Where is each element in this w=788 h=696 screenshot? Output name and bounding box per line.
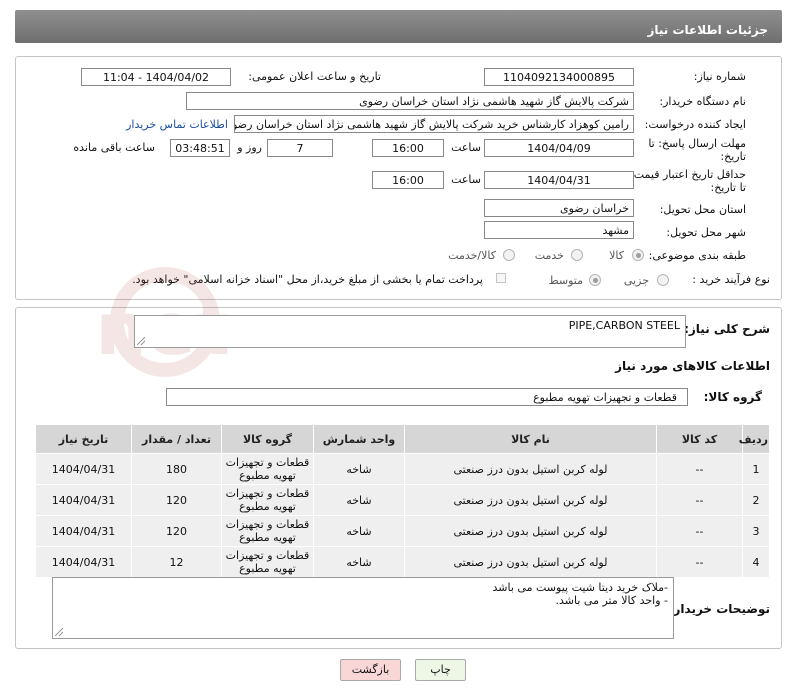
- price-time-label: ساعت: [451, 173, 481, 186]
- buyer-contact-link[interactable]: اطلاعات تماس خریدار: [126, 118, 228, 131]
- process-radio-medium[interactable]: [589, 274, 601, 286]
- table-row: 2 -- لوله کربن استیل بدون درز صنعتی شاخه…: [35, 484, 770, 516]
- col-code: کد کالا: [656, 424, 743, 454]
- cell-row: 2: [742, 484, 770, 516]
- reply-date-field: 1404/04/09: [484, 139, 634, 157]
- cell-group: قطعات و تجهیزات تهویه مطبوع: [221, 453, 314, 485]
- description-text: PIPE,CARBON STEEL: [568, 319, 680, 332]
- cell-name: لوله کربن استیل بدون درز صنعتی: [404, 453, 657, 485]
- cell-code: --: [656, 453, 743, 485]
- col-date: تاریخ نیاز: [35, 424, 132, 454]
- process-option-minor: جزیی: [623, 274, 649, 287]
- cell-group: قطعات و تجهیزات تهویه مطبوع: [221, 546, 314, 578]
- price-date-field: 1404/04/31: [484, 171, 634, 189]
- goods-section-title: اطلاعات کالاهای مورد نیاز: [615, 359, 770, 373]
- need-number-label: شماره نیاز:: [693, 70, 746, 83]
- table-row: 1 -- لوله کربن استیل بدون درز صنعتی شاخه…: [35, 453, 770, 485]
- category-radio-service[interactable]: [571, 249, 583, 261]
- reply-deadline-label: مهلت ارسال پاسخ: تا: [648, 137, 746, 150]
- days-label: روز و: [237, 141, 262, 154]
- goods-group-field: قطعات و تجهیزات تهویه مطبوع: [166, 388, 688, 406]
- cell-unit: شاخه: [313, 453, 405, 485]
- remaining-label: ساعت باقی مانده: [73, 141, 155, 154]
- cell-qty: 120: [131, 515, 222, 547]
- cell-unit: شاخه: [313, 484, 405, 516]
- need-number-field: 1104092134000895: [484, 68, 634, 86]
- col-unit: واحد شمارش: [313, 424, 405, 454]
- days-field: 7: [267, 139, 333, 157]
- page-header: جزئیات اطلاعات نیاز: [15, 10, 782, 43]
- goods-group-label: گروه کالا:: [703, 390, 762, 404]
- cell-qty: 180: [131, 453, 222, 485]
- province-label: استان محل تحویل:: [659, 203, 746, 216]
- category-radio-goods[interactable]: [632, 249, 644, 261]
- cell-code: --: [656, 484, 743, 516]
- cell-code: --: [656, 515, 743, 547]
- category-option-goods: کالا: [609, 249, 624, 262]
- description-textarea: PIPE,CARBON STEEL: [134, 315, 686, 348]
- cell-group: قطعات و تجهیزات تهویه مطبوع: [221, 484, 314, 516]
- buyer-notes-line-2: - واحد کالا متر می باشد.: [555, 594, 669, 607]
- process-option-medium: متوسط: [548, 274, 583, 287]
- cell-name: لوله کربن استیل بدون درز صنعتی: [404, 484, 657, 516]
- table-row: 3 -- لوله کربن استیل بدون درز صنعتی شاخه…: [35, 515, 770, 547]
- province-field: خراسان رضوی: [484, 199, 634, 217]
- announce-label: تاریخ و ساعت اعلان عمومی:: [248, 70, 381, 83]
- print-button[interactable]: چاپ: [415, 659, 466, 681]
- buyer-notes-textarea: -ملاک خرید دیتا شیت پیوست می باشد - واحد…: [52, 577, 674, 639]
- col-qty: تعداد / مقدار: [131, 424, 222, 454]
- category-option-goods-service: کالا/خدمت: [448, 249, 496, 262]
- cell-date: 1404/04/31: [35, 515, 132, 547]
- back-button[interactable]: بازگشت: [340, 659, 401, 681]
- cell-date: 1404/04/31: [35, 484, 132, 516]
- category-label: طبقه بندی موضوعی:: [648, 249, 746, 262]
- treasury-payment-note: پرداخت تمام یا بخشی از مبلغ خرید،از محل …: [132, 273, 483, 286]
- cell-code: --: [656, 546, 743, 578]
- cell-qty: 120: [131, 484, 222, 516]
- process-label: نوع فرآیند خرید :: [692, 273, 770, 286]
- city-field: مشهد: [484, 221, 634, 239]
- city-label: شهر محل تحویل:: [666, 226, 746, 239]
- cell-name: لوله کربن استیل بدون درز صنعتی: [404, 515, 657, 547]
- category-radio-goods-service[interactable]: [503, 249, 515, 261]
- treasury-payment-checkbox[interactable]: [496, 273, 506, 283]
- resize-grip-icon[interactable]: [55, 628, 63, 636]
- buyer-org-label: نام دستگاه خریدار:: [659, 95, 746, 108]
- cell-date: 1404/04/31: [35, 546, 132, 578]
- reply-time-field: 16:00: [372, 139, 444, 157]
- remaining-time-field: 03:48:51: [170, 139, 230, 157]
- reply-deadline-label-2: تاریخ:: [720, 150, 746, 163]
- process-radio-minor[interactable]: [657, 274, 669, 286]
- goods-table: ردیف کد کالا نام کالا واحد شمارش گروه کا…: [35, 424, 770, 578]
- buyer-org-field: شرکت پالایش گاز شهید هاشمی نژاد استان خر…: [186, 92, 634, 110]
- col-row: ردیف: [739, 424, 770, 454]
- cell-row: 3: [742, 515, 770, 547]
- creator-field: رامین کوهزاد کارشناس خرید شرکت پالایش گا…: [234, 115, 634, 133]
- cell-group: قطعات و تجهیزات تهویه مطبوع: [221, 515, 314, 547]
- price-deadline-label: حداقل تاریخ اعتبار قیمت:: [630, 168, 746, 181]
- category-option-service: خدمت: [534, 249, 564, 262]
- goods-table-header: ردیف کد کالا نام کالا واحد شمارش گروه کا…: [35, 424, 770, 454]
- reply-time-label: ساعت: [451, 141, 481, 154]
- cell-row: 1: [742, 453, 770, 485]
- cell-date: 1404/04/31: [35, 453, 132, 485]
- cell-unit: شاخه: [313, 515, 405, 547]
- table-row: 4 -- لوله کربن استیل بدون درز صنعتی شاخه…: [35, 546, 770, 578]
- price-time-field: 16:00: [372, 171, 444, 189]
- announce-field: 1404/04/02 - 11:04: [81, 68, 231, 86]
- page-title: جزئیات اطلاعات نیاز: [647, 23, 768, 37]
- cell-qty: 12: [131, 546, 222, 578]
- buyer-notes-line-1: -ملاک خرید دیتا شیت پیوست می باشد: [492, 581, 668, 594]
- creator-label: ایجاد کننده درخواست:: [644, 118, 746, 131]
- col-name: نام کالا: [404, 424, 657, 454]
- cell-name: لوله کربن استیل بدون درز صنعتی: [404, 546, 657, 578]
- col-group: گروه کالا: [221, 424, 314, 454]
- price-deadline-label-2: تا تاریخ:: [710, 181, 746, 194]
- resize-grip-icon[interactable]: [137, 337, 145, 345]
- cell-row: 4: [742, 546, 770, 578]
- buyer-notes-label: توضیحات خریدار:: [668, 602, 770, 616]
- cell-unit: شاخه: [313, 546, 405, 578]
- description-label: شرح کلی نیاز:: [684, 322, 770, 336]
